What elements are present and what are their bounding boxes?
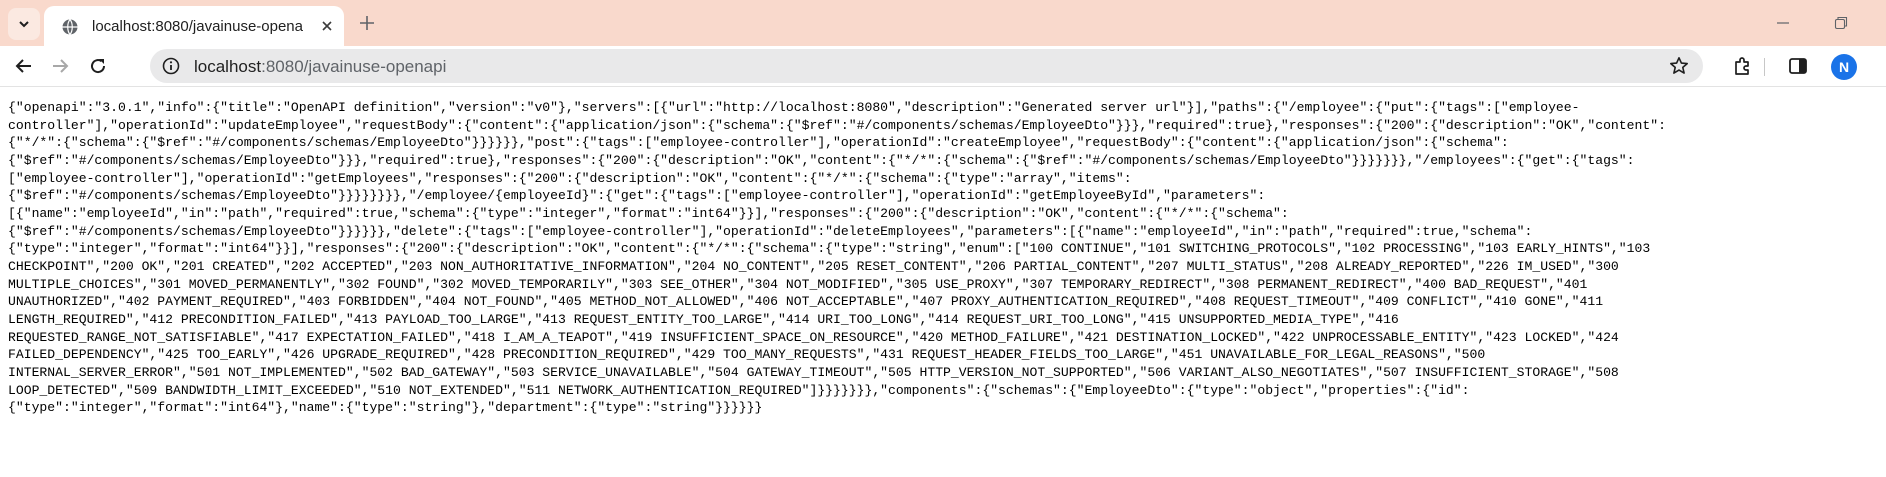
extensions-icon — [1735, 57, 1749, 75]
json-line: {"type":"integer","format":"int64"}}],"r… — [8, 241, 1651, 257]
json-line: FAILED_DEPENDENCY","425 TOO_EARLY","426 … — [8, 347, 1486, 363]
back-arrow-icon — [15, 59, 31, 73]
profile-avatar[interactable]: N — [1831, 54, 1857, 80]
globe-icon — [62, 19, 78, 35]
json-line: {"$ref":"#/components/schemas/EmployeeDt… — [8, 152, 1635, 168]
json-line: {"type":"integer","format":"int64"},"nam… — [8, 400, 763, 416]
tab-search-button[interactable] — [8, 8, 40, 40]
json-line: controller"],"operationId":"updateEmploy… — [8, 117, 1666, 133]
json-line: {"$ref":"#/components/schemas/EmployeeDt… — [8, 188, 1266, 204]
json-line: {"openapi":"3.0.1","info":{"title":"Open… — [8, 100, 1580, 115]
url-path: :8080/javainuse-openapi — [261, 57, 447, 76]
json-line: {"*/*":{"schema":{"$ref":"#/components/s… — [8, 135, 1509, 151]
close-icon — [322, 21, 332, 31]
new-tab-button[interactable] — [352, 8, 382, 38]
json-line: UNAUTHORIZED","402 PAYMENT_REQUIRED","40… — [8, 294, 1604, 310]
info-icon[interactable] — [162, 57, 180, 75]
json-response-body: {"openapi":"3.0.1","info":{"title":"Open… — [8, 99, 1883, 417]
json-line: LENGTH_REQUIRED","412 PRECONDITION_FAILE… — [8, 311, 1399, 327]
side-panel-button[interactable] — [1782, 50, 1814, 82]
star-icon[interactable] — [1669, 56, 1689, 76]
active-tab[interactable]: localhost:8080/javainuse-opena — [44, 6, 344, 46]
tab-close-button[interactable] — [316, 15, 338, 37]
forward-button[interactable] — [44, 50, 76, 82]
json-line: CHECKPOINT","200 OK","201 CREATED","202 … — [8, 258, 1619, 274]
restore-button[interactable] — [1818, 8, 1864, 38]
json-line: {"$ref":"#/components/schemas/EmployeeDt… — [8, 223, 1533, 239]
tab-search-icon — [19, 21, 29, 28]
extensions-button[interactable] — [1726, 50, 1758, 82]
forward-arrow-icon — [53, 59, 69, 73]
plus-icon — [360, 16, 374, 30]
toolbar-separator — [1764, 58, 1765, 76]
url-text[interactable]: localhost:8080/javainuse-openapi — [194, 57, 446, 77]
minimize-button[interactable] — [1760, 8, 1806, 38]
reload-icon — [91, 59, 106, 74]
back-button[interactable] — [8, 50, 40, 82]
tab-strip: localhost:8080/javainuse-opena — [0, 0, 1886, 46]
url-host: localhost — [194, 57, 262, 76]
reload-button[interactable] — [82, 50, 114, 82]
json-line: REQUESTED_RANGE_NOT_SATISFIABLE","417 EX… — [8, 329, 1619, 345]
json-line: ["employee-controller"],"operationId":"g… — [8, 170, 1132, 186]
browser-toolbar: localhost:8080/javainuse-openapi N — [0, 46, 1886, 87]
side-panel-icon — [1789, 58, 1807, 74]
json-line: LOOP_DETECTED","509 BANDWIDTH_LIMIT_EXCE… — [8, 382, 1470, 398]
page-content: {"openapi":"3.0.1","info":{"title":"Open… — [8, 99, 1883, 417]
json-line: [{"name":"employeeId","in":"path","requi… — [8, 205, 1289, 221]
tab-title: localhost:8080/javainuse-opena — [92, 18, 303, 35]
json-line: INTERNAL_SERVER_ERROR","501 NOT_IMPLEMEN… — [8, 364, 1619, 380]
restore-icon — [1834, 16, 1848, 30]
minimize-icon — [1777, 22, 1789, 24]
json-line: MULTIPLE_CHOICES","301 MOVED_PERMANENTLY… — [8, 276, 1588, 292]
address-bar[interactable]: localhost:8080/javainuse-openapi — [150, 49, 1703, 83]
